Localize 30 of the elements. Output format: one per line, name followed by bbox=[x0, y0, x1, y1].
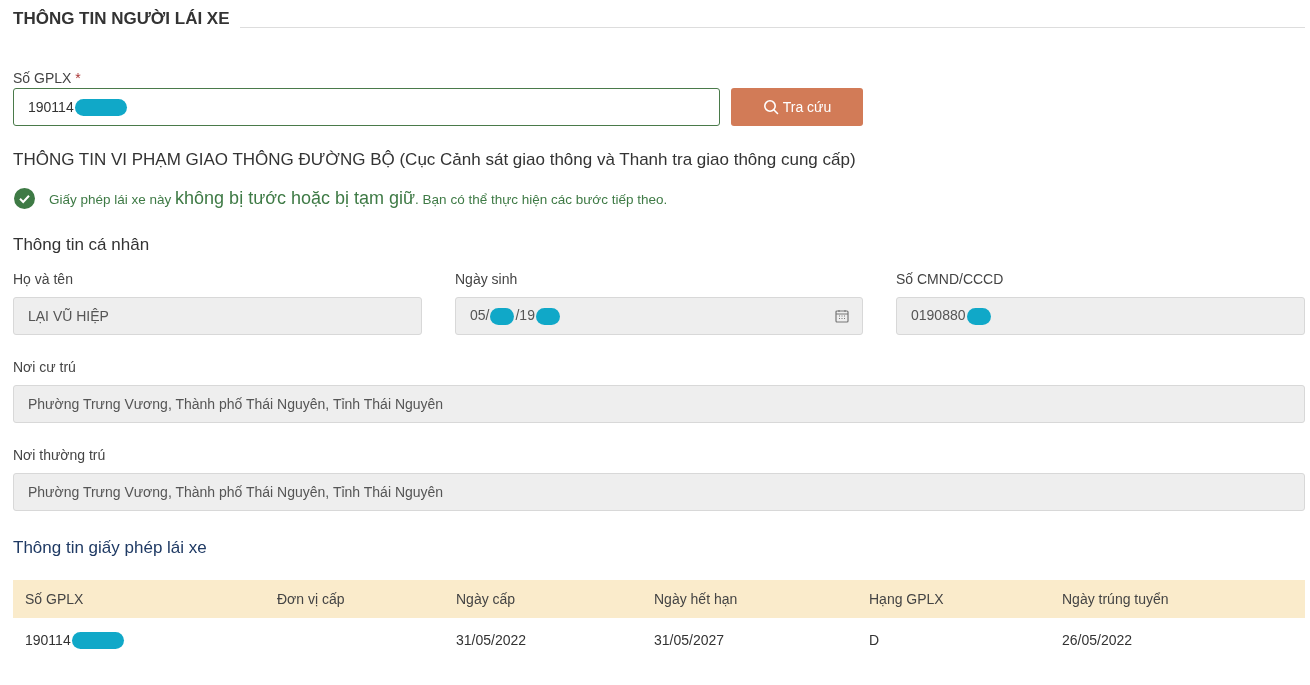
column-header: Hạng GPLX bbox=[869, 591, 945, 607]
section-title: Thông tin cá nhân bbox=[13, 235, 151, 255]
search-icon bbox=[762, 99, 779, 115]
section-title: Thông tin giấy phép lái xe bbox=[13, 538, 208, 558]
date-field[interactable]: 05/ /19 bbox=[455, 297, 863, 335]
section-title: THÔNG TIN VI PHẠM GIAO THÔNG ĐƯỜNG BỘ (Cục Cảnh sát giao thông và Thanh tra giao thông cung cấp) bbox=[13, 150, 857, 170]
column-header: Đơn vị cấp bbox=[277, 591, 346, 607]
table-cell: 31/05/2027 bbox=[654, 632, 725, 648]
license-number-field[interactable]: 190114 bbox=[13, 88, 720, 126]
table-cell: D bbox=[869, 632, 880, 648]
text-field[interactable]: Phường Trưng Vương, Thành phố Thái Nguyên, Tỉnh Thái Nguyên bbox=[13, 385, 1305, 423]
section-title: THÔNG TIN NGƯỜI LÁI XE bbox=[13, 9, 230, 28]
text-field[interactable]: Phường Trưng Vương, Thành phố Thái Nguyên, Tỉnh Thái Nguyên bbox=[13, 473, 1305, 511]
status-message: Giấy phép lái xe này không bị tước hoặc bị tạm giữ. Bạn có thể thực hiện các bước tiếp theo. bbox=[49, 188, 668, 209]
column-header: Số GPLX bbox=[25, 591, 85, 607]
text-field[interactable]: LẠI VŨ HIỆP bbox=[13, 297, 422, 335]
calendar-icon bbox=[835, 309, 849, 323]
field-label: Số CMND/CCCD bbox=[896, 271, 1005, 288]
table-cell: 26/05/2022 bbox=[1062, 632, 1133, 648]
field-label: Họ và tên bbox=[13, 271, 74, 288]
column-header: Ngày hết hạn bbox=[654, 591, 739, 607]
field-label: Số GPLX * bbox=[13, 70, 81, 86]
table-cell: 31/05/2022 bbox=[456, 632, 527, 648]
field-label: Ngày sinh bbox=[455, 271, 519, 288]
text-field[interactable]: 0190880 bbox=[896, 297, 1305, 335]
column-header: Ngày cấp bbox=[456, 591, 517, 607]
table-cell: 190114 bbox=[25, 632, 71, 648]
field-label: Nơi thường trú bbox=[13, 447, 107, 464]
field-label: Nơi cư trú bbox=[13, 359, 77, 376]
column-header: Ngày trúng tuyển bbox=[1062, 591, 1170, 607]
